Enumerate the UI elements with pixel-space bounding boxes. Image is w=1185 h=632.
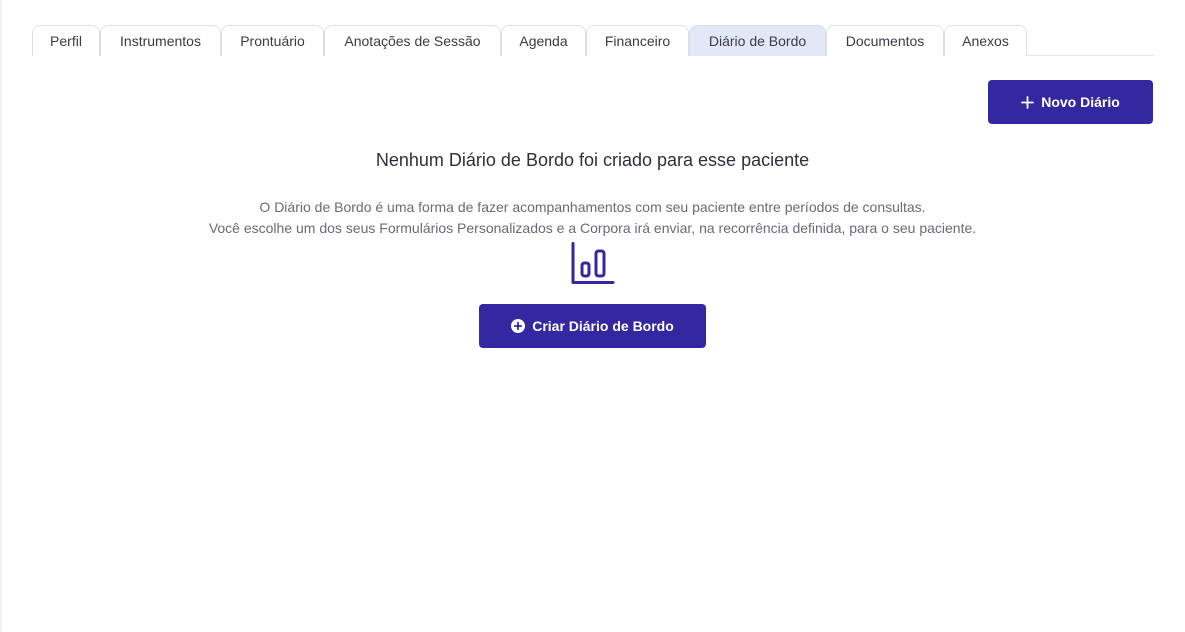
empty-state-title: Nenhum Diário de Bordo foi criado para e… xyxy=(375,150,810,170)
tab-anexos[interactable]: Anexos xyxy=(944,25,1027,56)
left-divider xyxy=(0,0,2,632)
tab-prontuario[interactable]: Prontuário xyxy=(221,25,324,56)
bar-chart-icon xyxy=(570,242,616,286)
create-diary-button[interactable]: Criar Diário de Bordo xyxy=(479,304,706,348)
tab-financeiro[interactable]: Financeiro xyxy=(586,25,689,56)
new-diary-button[interactable]: Novo Diário xyxy=(988,80,1153,124)
plus-circle-icon xyxy=(511,319,526,333)
tab-anotacoes-de-sessao[interactable]: Anotações de Sessão xyxy=(324,25,501,56)
tab-perfil[interactable]: Perfil xyxy=(32,25,100,56)
tab-documentos[interactable]: Documentos xyxy=(826,25,944,56)
tab-instrumentos[interactable]: Instrumentos xyxy=(100,25,221,56)
tab-bar: Perfil Instrumentos Prontuário Anotações… xyxy=(32,25,1154,56)
create-diary-label: Criar Diário de Bordo xyxy=(532,318,674,334)
tab-agenda[interactable]: Agenda xyxy=(501,25,586,56)
empty-state-description-line1: O Diário de Bordo é uma forma de fazer a… xyxy=(259,199,926,215)
empty-state-description-line2: Você escolhe um dos seus Formulários Per… xyxy=(208,220,977,236)
plus-icon xyxy=(1021,95,1035,109)
tab-diario-de-bordo[interactable]: Diário de Bordo xyxy=(689,25,826,56)
new-diary-label: Novo Diário xyxy=(1041,94,1120,110)
